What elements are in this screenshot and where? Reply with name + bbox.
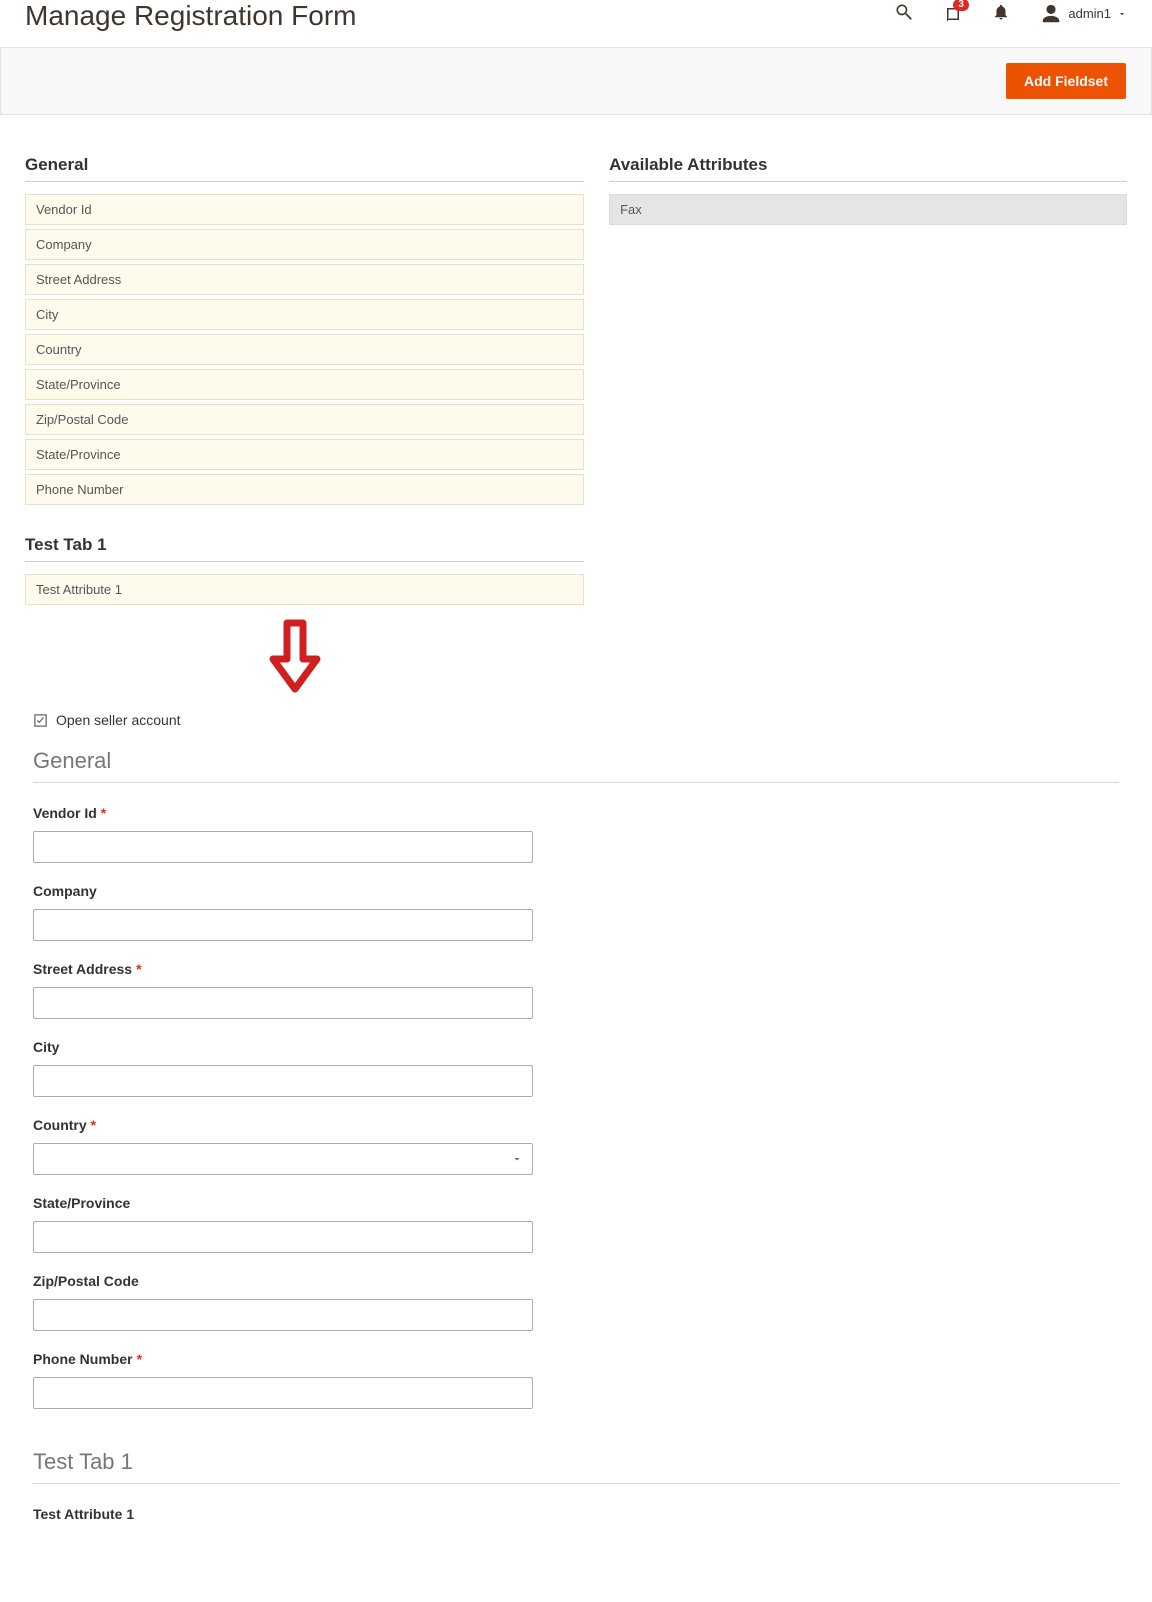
zip-input[interactable] (33, 1299, 533, 1331)
notifications-icon[interactable]: 3 (944, 5, 962, 23)
list-item[interactable]: Phone Number (25, 474, 584, 505)
zip-label: Zip/Postal Code (33, 1273, 533, 1289)
phone-label: Phone Number* (33, 1351, 533, 1367)
list-item[interactable]: Vendor Id (25, 194, 584, 225)
notification-badge: 3 (953, 0, 969, 11)
vendor-id-input[interactable] (33, 831, 533, 863)
list-item[interactable]: Test Attribute 1 (25, 574, 584, 605)
preview-testtab-title: Test Tab 1 (33, 1449, 1119, 1484)
page-title: Manage Registration Form (25, 0, 894, 32)
test-attr1-label: Test Attribute 1 (33, 1506, 533, 1522)
list-item[interactable]: Country (25, 334, 584, 365)
chevron-down-icon (511, 1153, 523, 1165)
alert-icon[interactable] (992, 3, 1010, 24)
open-seller-label: Open seller account (56, 712, 181, 728)
preview-general-title: General (33, 748, 1119, 783)
country-select[interactable] (33, 1143, 533, 1175)
list-item[interactable]: Fax (609, 194, 1127, 225)
user-name: admin1 (1068, 6, 1111, 21)
section-available-title: Available Attributes (609, 155, 1127, 182)
search-icon[interactable] (894, 2, 914, 25)
city-input[interactable] (33, 1065, 533, 1097)
section-general-title: General (25, 155, 584, 182)
user-menu[interactable]: admin1 (1040, 3, 1127, 25)
testtab-field-list: Test Attribute 1 (25, 574, 584, 605)
state-label: State/Province (33, 1195, 533, 1211)
open-seller-checkbox[interactable]: Open seller account (33, 712, 1119, 728)
street-input[interactable] (33, 987, 533, 1019)
company-input[interactable] (33, 909, 533, 941)
country-label: Country* (33, 1117, 533, 1133)
general-field-list: Vendor Id Company Street Address City Co… (25, 194, 584, 505)
checkbox-checked-icon (33, 713, 48, 728)
list-item[interactable]: City (25, 299, 584, 330)
list-item[interactable]: Street Address (25, 264, 584, 295)
chevron-down-icon (1117, 9, 1127, 19)
add-fieldset-button[interactable]: Add Fieldset (1006, 63, 1126, 99)
list-item[interactable]: State/Province (25, 369, 584, 400)
state-input[interactable] (33, 1221, 533, 1253)
list-item[interactable]: State/Province (25, 439, 584, 470)
list-item[interactable]: Company (25, 229, 584, 260)
phone-input[interactable] (33, 1377, 533, 1409)
list-item[interactable]: Zip/Postal Code (25, 404, 584, 435)
section-testtab-title: Test Tab 1 (25, 535, 584, 562)
toolbar: Add Fieldset (0, 47, 1152, 115)
company-label: Company (33, 883, 533, 899)
street-label: Street Address* (33, 961, 533, 977)
vendor-id-label: Vendor Id* (33, 805, 533, 821)
arrow-down-icon (25, 609, 1127, 712)
available-attribute-list: Fax (609, 194, 1127, 225)
city-label: City (33, 1039, 533, 1055)
